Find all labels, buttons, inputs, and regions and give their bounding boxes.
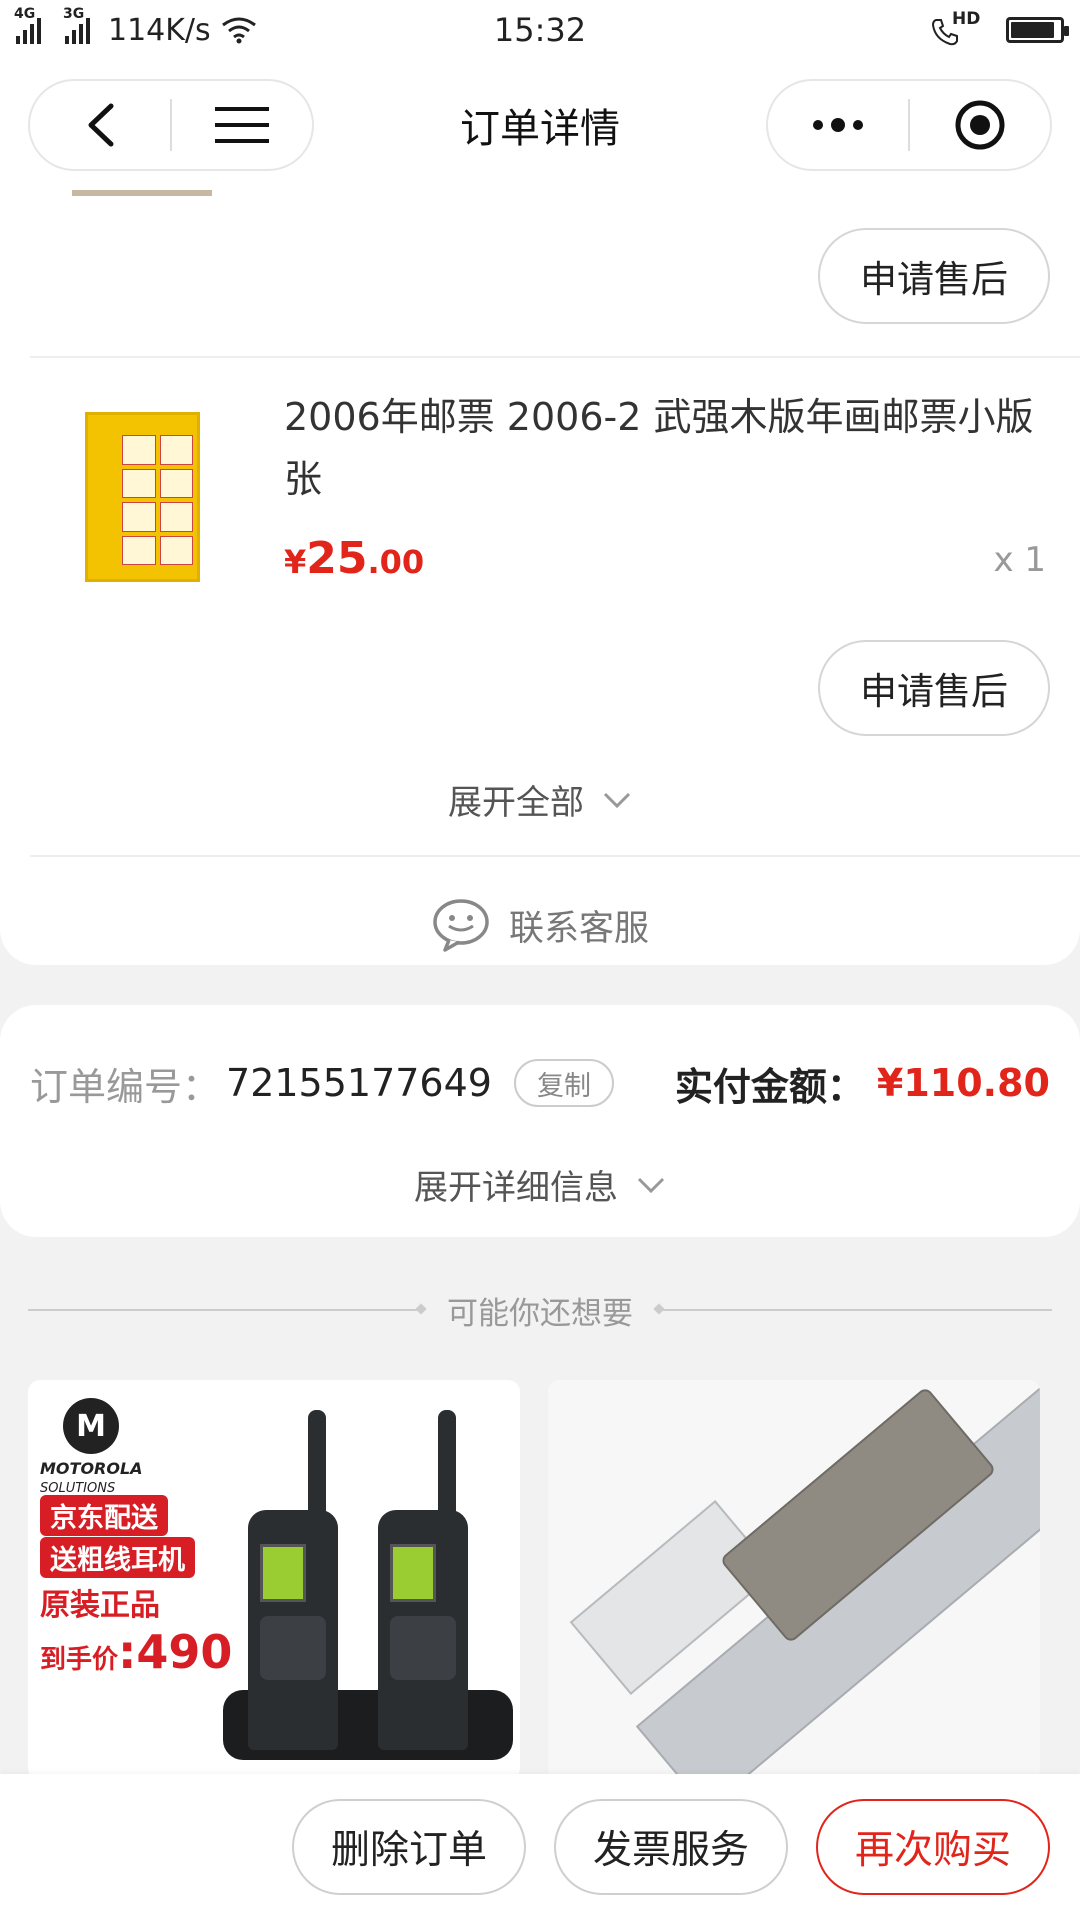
network-type-1: 4G: [14, 6, 36, 22]
back-button[interactable]: [30, 81, 170, 169]
signal-4g-icon: 4G: [14, 6, 41, 44]
status-time: 15:32: [493, 11, 587, 49]
expand-detail-button[interactable]: 展开详细信息: [0, 1160, 1080, 1209]
product-1-aftersale-button[interactable]: 申请售后: [818, 228, 1050, 324]
bottom-action-bar: 删除订单 发票服务 再次购买: [0, 1774, 1080, 1920]
product-2-price: ¥25.00: [284, 533, 424, 584]
divider: [30, 356, 1080, 358]
battery-icon: [1006, 17, 1069, 43]
product-2-title[interactable]: 2006年邮票 2006-2 武强木版年画邮票小版张: [284, 386, 1044, 510]
chevron-down-icon: [603, 792, 631, 808]
promo-price-prefix: 到手价: [40, 1645, 119, 1675]
promo-tag-2: 送粗线耳机: [40, 1537, 195, 1578]
expand-all-label: 展开全部: [448, 783, 584, 823]
recommend-item-walkie-talkie[interactable]: M MOTOROLA SOLUTIONS 京东配送 送粗线耳机 原装正品 到手价…: [28, 1380, 520, 1780]
menu-button[interactable]: [172, 81, 312, 169]
brand-name-sub: SOLUTIONS: [40, 1481, 116, 1496]
price-decimal: .00: [367, 543, 425, 581]
promo-price: 到手价:490: [40, 1625, 232, 1679]
recommend-title: 可能你还想要: [447, 1295, 633, 1332]
stamp-sheet-image: [98, 435, 193, 565]
walkie-talkie-image-1: [248, 1410, 338, 1750]
divider: [30, 855, 1080, 857]
status-right: HD: [644, 9, 1069, 47]
motorola-logo: M: [63, 1398, 119, 1454]
wifi-icon: [221, 17, 256, 44]
copy-order-button[interactable]: 复制: [513, 1059, 614, 1107]
page-title: 订单详情: [460, 106, 620, 152]
header-line-left: [28, 1309, 421, 1311]
promo-tag-3: 原装正品: [40, 1588, 160, 1623]
status-bar: 4G 3G 114K/s 15:32 HD: [0, 0, 1080, 60]
promo-price-value: :490: [118, 1625, 233, 1679]
paid-amount: ¥110.80: [876, 1061, 1050, 1105]
delete-order-button[interactable]: 删除订单: [292, 1799, 526, 1895]
promo-tag-1: 京东配送: [40, 1495, 168, 1536]
status-left: 4G 3G 114K/s: [14, 6, 436, 48]
product-1-thumbnail: [72, 190, 212, 196]
recommend-item-knife[interactable]: [548, 1380, 1040, 1780]
hd-call-icon: HD: [930, 9, 980, 47]
hd-label: HD: [952, 9, 981, 29]
contact-service-label: 联系客服: [508, 908, 649, 949]
product-2-quantity: x 1: [993, 540, 1046, 580]
more-button[interactable]: [768, 81, 908, 169]
price-currency: ¥: [284, 543, 307, 581]
back-arrow-icon: [88, 103, 114, 147]
buy-again-button[interactable]: 再次购买: [816, 1799, 1050, 1895]
target-icon: [955, 100, 1005, 150]
paid-amount-label: 实付金额：: [674, 1064, 865, 1109]
order-info-row: 订单编号： 72155177649 复制 实付金额： ¥110.80: [30, 1050, 1050, 1116]
product-2-thumbnail[interactable]: [85, 412, 200, 582]
walkie-talkie-image-2: [378, 1410, 468, 1750]
chevron-down-icon: [637, 1177, 665, 1193]
expand-detail-label: 展开详细信息: [414, 1168, 618, 1208]
paid-amount-group: 实付金额： ¥110.80: [675, 1056, 1050, 1111]
product-2-aftersale-button[interactable]: 申请售后: [818, 640, 1050, 736]
signal-3g-icon: 3G: [63, 6, 90, 44]
network-type-2: 3G: [63, 6, 85, 22]
menu-icon: [215, 107, 269, 143]
nav-left-capsule: [28, 79, 314, 171]
brand-name-main: MOTOROLA: [40, 1459, 143, 1478]
nav-right-capsule: [766, 79, 1052, 171]
invoice-service-button[interactable]: 发票服务: [554, 1799, 788, 1895]
close-miniprogram-button[interactable]: [910, 81, 1050, 169]
order-number-label: 订单编号：: [30, 1064, 221, 1109]
network-speed: 114K/s: [108, 12, 211, 48]
nav-bar: 订单详情: [0, 60, 1080, 190]
customer-service-icon: [433, 899, 489, 952]
battery-fill: [1011, 22, 1055, 38]
contact-service-button[interactable]: 联系客服: [0, 885, 1080, 965]
order-number: 72155177649: [226, 1061, 492, 1105]
more-dots-icon: [813, 118, 863, 132]
header-line-right: [659, 1309, 1052, 1311]
brand-name: MOTOROLA SOLUTIONS: [40, 1460, 143, 1498]
price-integer: 25: [306, 533, 368, 584]
recommend-header: 可能你还想要: [28, 1290, 1052, 1332]
expand-all-button[interactable]: 展开全部: [0, 775, 1080, 824]
